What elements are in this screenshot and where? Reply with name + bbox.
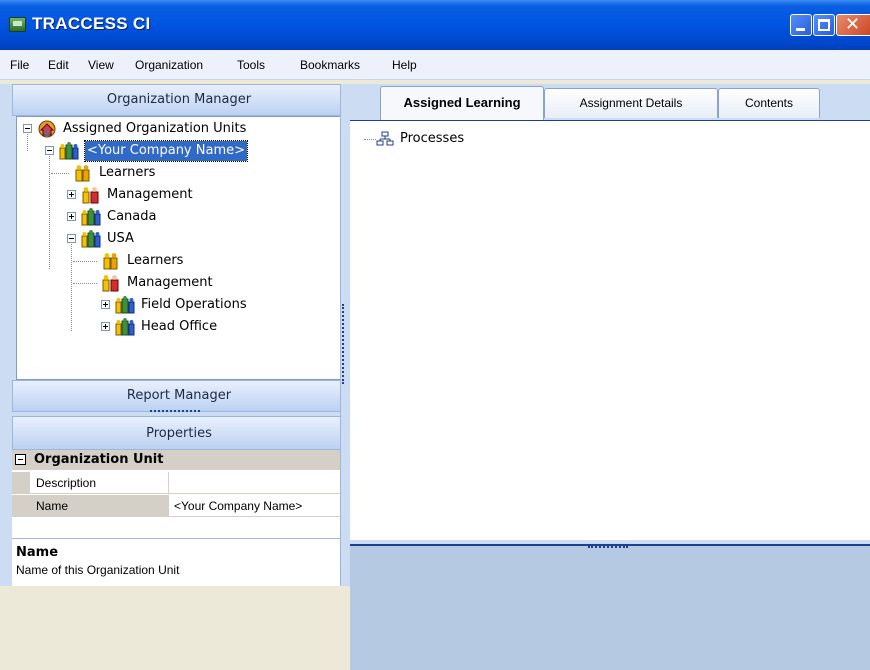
window-title: TRACCESS CI	[32, 14, 151, 33]
collapse-toggle[interactable]	[45, 146, 54, 155]
properties-header[interactable]: Properties	[12, 416, 346, 450]
management-icon	[82, 187, 99, 204]
vertical-splitter[interactable]	[340, 84, 350, 586]
menu-file[interactable]: File	[10, 58, 29, 72]
tab-assignment-details[interactable]: Assignment Details	[544, 88, 718, 118]
tree-node-label: Processes	[400, 131, 465, 146]
tab-assigned-learning[interactable]: Assigned Learning	[380, 86, 544, 120]
tree-node[interactable]: Assigned Organization Units	[23, 119, 341, 139]
property-row-description[interactable]: Description	[12, 472, 346, 494]
properties-grid[interactable]: Organization Unit Description Name <Your…	[12, 450, 346, 586]
tree-node[interactable]: Learners	[73, 251, 321, 271]
title-bar[interactable]: TRACCESS CI ✕	[0, 0, 870, 50]
splitter-grip	[342, 304, 344, 384]
org-unit-icon	[115, 318, 135, 336]
menu-bar: File Edit View Organization Tools Bookma…	[0, 50, 870, 80]
menu-organization[interactable]: Organization	[135, 58, 203, 72]
property-key: Name	[36, 499, 69, 513]
report-manager-header[interactable]: Report Manager	[12, 380, 346, 412]
close-button[interactable]: ✕	[836, 14, 870, 36]
assigned-learning-tree[interactable]: Processes	[350, 120, 870, 540]
menu-help[interactable]: Help	[392, 58, 417, 72]
tree-node[interactable]: Canada	[67, 207, 317, 227]
tree-node-label: Canada	[107, 209, 157, 224]
tree-node-label: Head Office	[141, 319, 218, 334]
tree-connector	[73, 261, 97, 262]
tree-connector	[73, 283, 97, 284]
property-separator	[168, 495, 169, 517]
tree-connector	[49, 151, 50, 269]
org-unit-icon	[59, 142, 79, 160]
menu-bookmarks[interactable]: Bookmarks	[300, 58, 360, 72]
tree-node[interactable]: Head Office	[101, 317, 331, 337]
home-org-icon	[38, 120, 56, 138]
right-panel: Assigned Learning Assignment Details Con…	[350, 84, 870, 670]
close-icon: ✕	[845, 14, 861, 35]
property-help-text: Name of this Organization Unit	[16, 563, 180, 577]
maximize-icon	[818, 19, 830, 31]
expand-toggle[interactable]	[101, 322, 110, 331]
detail-pane[interactable]	[350, 544, 870, 670]
tree-node[interactable]: Management	[73, 273, 321, 293]
tree-node-label: Assigned Organization Units	[63, 121, 247, 136]
property-row-name[interactable]: Name <Your Company Name>	[12, 495, 346, 517]
app-icon	[9, 17, 26, 32]
tree-node[interactable]: Field Operations	[101, 295, 331, 315]
collapse-toggle[interactable]	[15, 454, 26, 465]
app-window: TRACCESS CI ✕ File Edit View Organizatio…	[0, 0, 870, 670]
property-category[interactable]: Organization Unit	[12, 450, 346, 470]
tab-contents[interactable]: Contents	[718, 88, 820, 118]
org-unit-icon	[115, 296, 135, 314]
property-gutter	[12, 472, 30, 494]
tree-node-label: USA	[107, 231, 134, 246]
minimize-button[interactable]	[790, 14, 812, 36]
org-unit-icon	[81, 208, 101, 226]
expand-toggle[interactable]	[101, 300, 110, 309]
process-hierarchy-icon	[376, 131, 394, 146]
learners-icon	[75, 165, 90, 182]
tree-node-label: <Your Company Name>	[84, 140, 248, 162]
organization-manager-header[interactable]: Organization Manager	[12, 84, 346, 116]
collapse-toggle[interactable]	[67, 234, 76, 243]
tree-node[interactable]: Management	[67, 185, 317, 205]
property-value[interactable]: <Your Company Name>	[174, 499, 302, 513]
property-gutter	[12, 495, 30, 517]
tree-node-label: Field Operations	[141, 297, 247, 312]
property-separator	[168, 472, 169, 494]
tree-connector	[364, 139, 376, 140]
menu-tools[interactable]: Tools	[237, 58, 265, 72]
tree-node[interactable]: Learners	[51, 163, 313, 183]
tree-node-label: Management	[107, 187, 193, 202]
property-help: Name Name of this Organization Unit	[12, 538, 346, 586]
property-help-title: Name	[16, 545, 59, 560]
learners-icon	[103, 253, 118, 270]
horizontal-splitter-grip[interactable]	[588, 546, 628, 548]
menu-view[interactable]: View	[88, 58, 114, 72]
tab-strip: Assigned Learning Assignment Details Con…	[350, 84, 870, 120]
property-key: Description	[36, 476, 97, 490]
expand-toggle[interactable]	[67, 190, 76, 199]
organization-manager-title: Organization Manager	[106, 92, 252, 107]
tree-connector	[71, 241, 72, 331]
properties-title: Properties	[146, 426, 212, 441]
expand-toggle[interactable]	[67, 212, 76, 221]
tree-node-label: Learners	[127, 253, 184, 268]
management-icon	[102, 275, 119, 292]
organization-tree[interactable]: Assigned Organization Units <Your Compan…	[16, 116, 342, 380]
menu-edit[interactable]: Edit	[48, 58, 69, 72]
tree-node[interactable]: USA	[67, 229, 317, 249]
collapse-toggle[interactable]	[23, 124, 32, 133]
maximize-button[interactable]	[813, 14, 835, 36]
tree-node[interactable]: <Your Company Name>	[45, 140, 335, 162]
tree-node-label: Learners	[99, 165, 156, 180]
tree-node-label: Management	[127, 275, 213, 290]
org-unit-icon	[81, 230, 101, 248]
tree-connector	[51, 173, 69, 174]
left-splitter-grip[interactable]	[150, 410, 200, 413]
report-manager-title: Report Manager	[126, 388, 232, 403]
minimize-icon	[796, 28, 805, 31]
property-category-label: Organization Unit	[34, 452, 164, 467]
